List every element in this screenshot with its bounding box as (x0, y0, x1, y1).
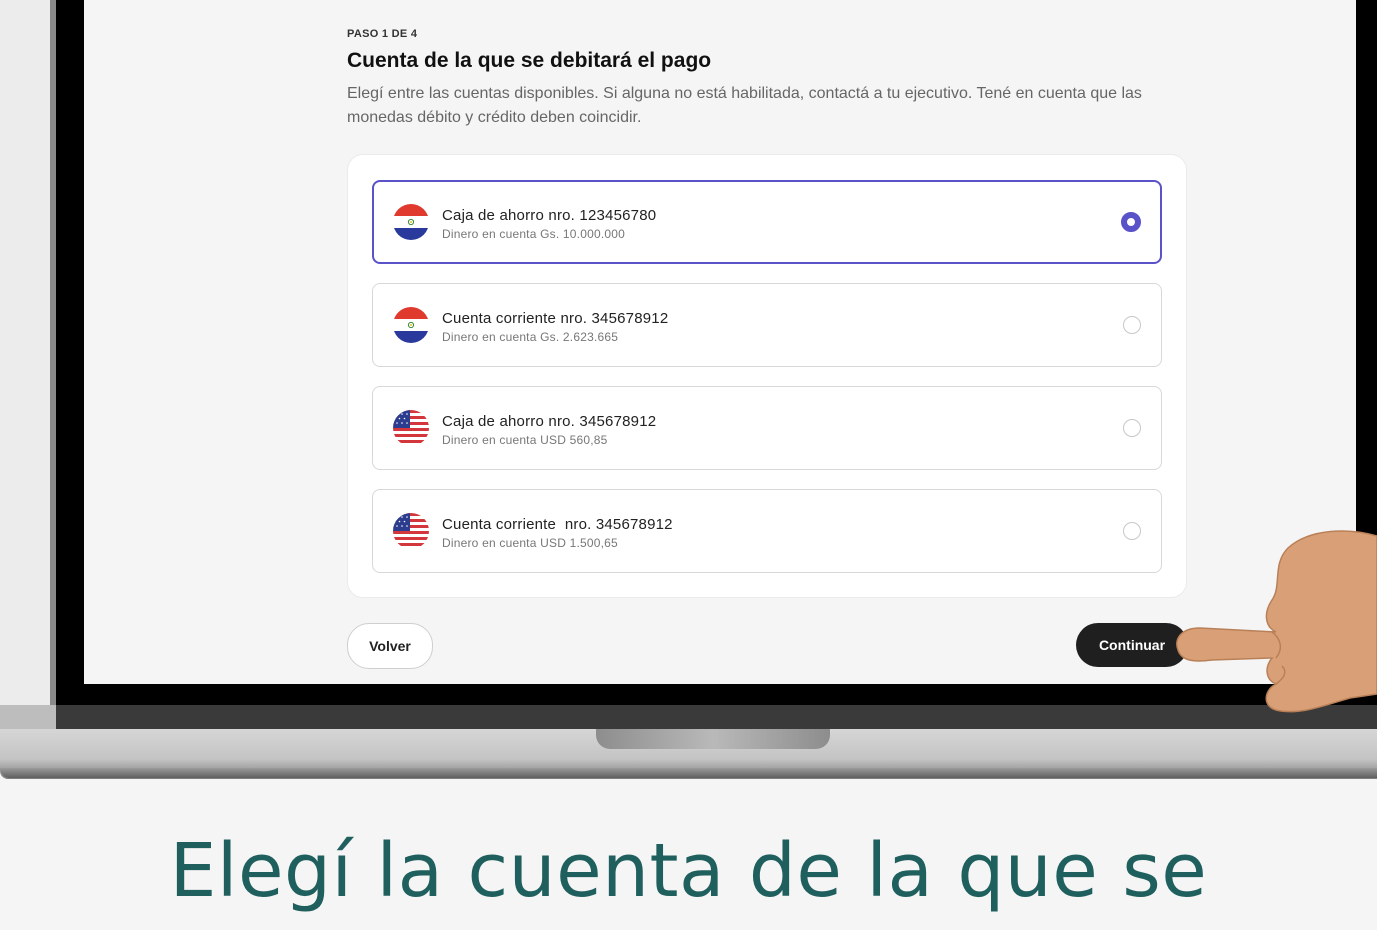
radio-unselected[interactable] (1123, 522, 1141, 540)
account-balance: Dinero en cuenta USD 560,85 (442, 433, 608, 447)
account-balance: Dinero en cuenta Gs. 2.623.665 (442, 330, 619, 344)
paraguay-flag-icon (393, 307, 429, 343)
page-title: Cuenta de la que se debitará el pago (347, 49, 712, 72)
caption-text: Elegí la cuenta de la que se (169, 828, 1208, 914)
usa-flag-icon (393, 513, 429, 549)
account-list-card: Caja de ahorro nro. 123456780 Dinero en … (347, 154, 1187, 598)
account-balance: Dinero en cuenta USD 1.500,65 (442, 536, 618, 550)
radio-unselected[interactable] (1123, 419, 1141, 437)
background-left (0, 0, 50, 730)
account-option-3[interactable]: Caja de ahorro nro. 345678912 Dinero en … (372, 386, 1162, 470)
laptop-bezel-edge (50, 0, 56, 730)
account-balance: Dinero en cuenta Gs. 10.000.000 (442, 227, 625, 241)
paraguay-flag-icon (393, 204, 429, 240)
radio-unselected[interactable] (1123, 316, 1141, 334)
account-name: Caja de ahorro nro. 123456780 (442, 207, 657, 224)
pointing-hand-icon (1176, 530, 1377, 713)
account-option-2[interactable]: Cuenta corriente nro. 345678912 Dinero e… (372, 283, 1162, 367)
laptop-notch (596, 729, 830, 749)
account-option-1[interactable]: Caja de ahorro nro. 123456780 Dinero en … (372, 180, 1162, 264)
account-option-4[interactable]: Cuenta corriente nro. 345678912 Dinero e… (372, 489, 1162, 573)
laptop-hinge-shade (0, 705, 56, 730)
page-description: Elegí entre las cuentas disponibles. Si … (347, 85, 1142, 126)
laptop-base-lip (0, 768, 1377, 778)
radio-selected[interactable] (1121, 212, 1141, 232)
usa-flag-icon (393, 410, 429, 446)
account-name: Cuenta corriente nro. 345678912 (442, 310, 669, 327)
back-button[interactable]: Volver (347, 623, 433, 669)
account-name: Caja de ahorro nro. 345678912 (442, 413, 657, 430)
step-indicator: PASO 1 DE 4 (347, 28, 418, 40)
account-name: Cuenta corriente nro. 345678912 (442, 516, 673, 533)
